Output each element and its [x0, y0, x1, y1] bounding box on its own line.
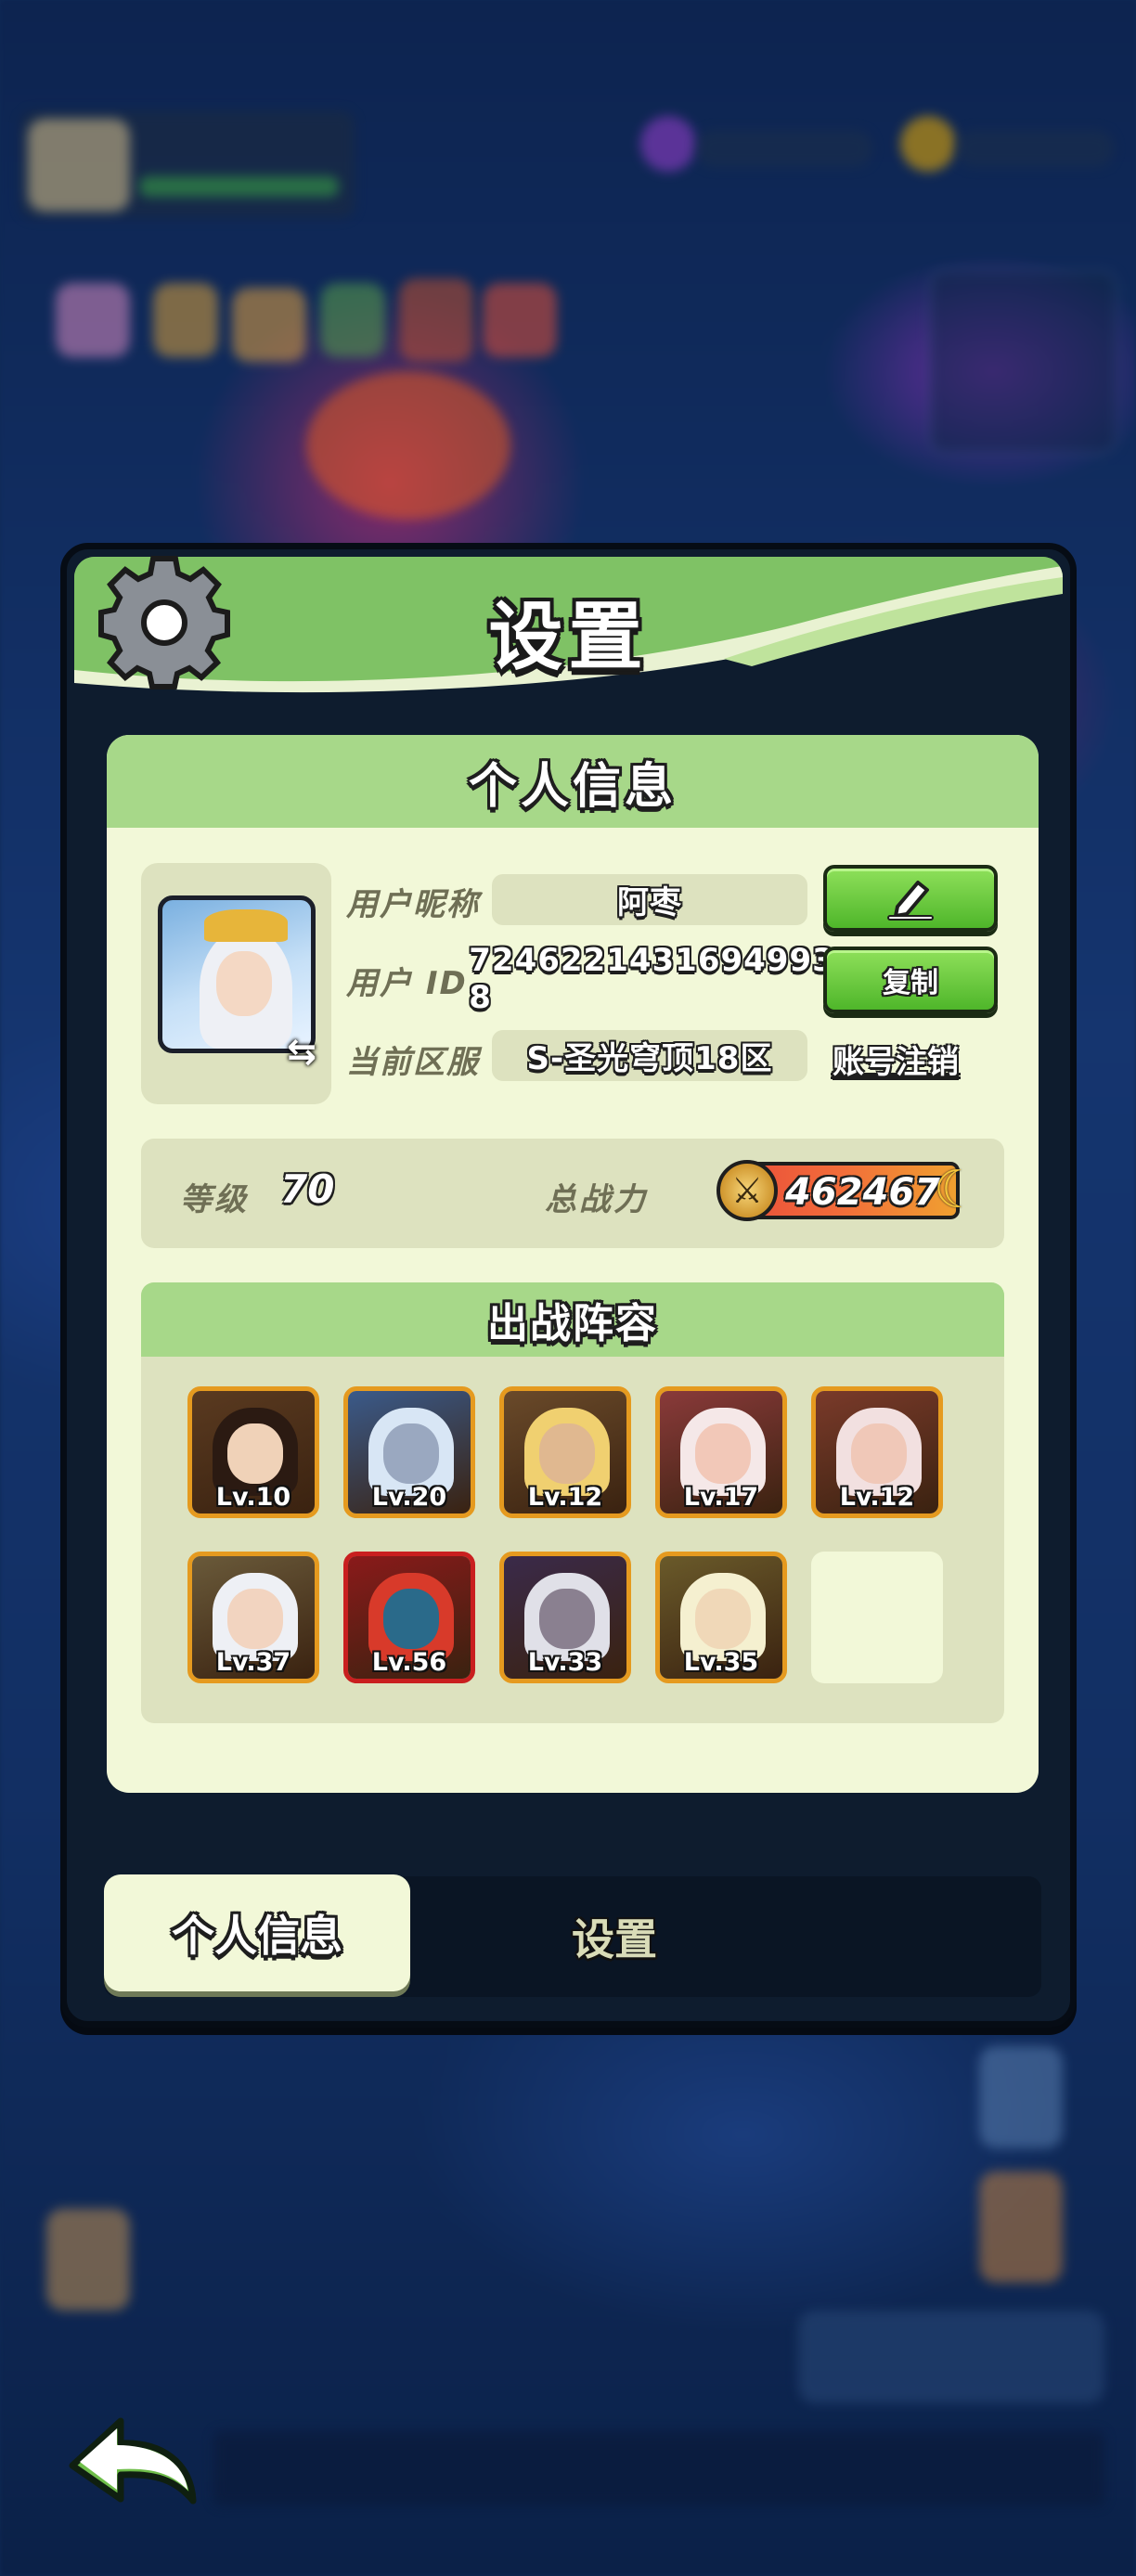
server-field: S-圣光穹顶18区: [492, 1030, 807, 1081]
hero-face: [539, 1589, 595, 1649]
nickname-value: 阿枣: [617, 884, 682, 921]
hero-level: Lv.20: [371, 1483, 447, 1512]
hero-slot-empty[interactable]: [811, 1552, 943, 1683]
hud-avatar-blurred: [28, 119, 130, 212]
section-title: 个人信息: [468, 758, 677, 815]
hero-face: [695, 1423, 751, 1484]
avatar-frame: ⇆: [141, 863, 331, 1104]
gear-icon: [98, 556, 230, 689]
menu-icon-blurred: [399, 278, 473, 362]
profile-card: 个人信息 ⇆ 用户昵称 阿枣 用户 ID 724622143169: [107, 735, 1039, 1793]
account-cancel-link[interactable]: 账号注销: [833, 1037, 959, 1082]
hero-level: Lv.56: [371, 1648, 447, 1677]
power-badge: ⚔ 462467 ☾: [716, 1160, 980, 1221]
copy-button-label: 复制: [883, 967, 938, 999]
hero-slot[interactable]: Lv.12: [499, 1386, 631, 1518]
hero-slot[interactable]: Lv.10: [187, 1386, 319, 1518]
hud-exp-bar-blurred: [139, 176, 339, 197]
edit-pencil-icon: [887, 881, 934, 921]
server-label: 当前区服: [346, 1044, 480, 1081]
hero-slot[interactable]: Lv.12: [811, 1386, 943, 1518]
lineup-title: 出战阵容: [487, 1300, 658, 1347]
hero-slot[interactable]: Lv.20: [343, 1386, 475, 1518]
user-id-value: 7246221431694993​8: [469, 941, 835, 1016]
stats-row: 等级 70 总战力 ⚔ 462467 ☾: [141, 1139, 1004, 1248]
side-icon-blurred: [979, 2046, 1063, 2148]
user-id-field: 7246221431694993​8: [469, 942, 834, 1016]
swap-icon[interactable]: ⇆: [278, 1028, 325, 1075]
hero-slot[interactable]: Lv.33: [499, 1552, 631, 1683]
hero-slot[interactable]: Lv.37: [187, 1552, 319, 1683]
gem-icon: [640, 116, 696, 172]
minimap-blurred: [928, 269, 1118, 455]
side-icon-blurred: [979, 2171, 1063, 2283]
battle-lineup: 出战阵容 Lv.10 Lv.20 Lv.12 Lv.17 Lv.12 Lv.37 Lv.56…: [141, 1282, 1004, 1723]
hero-face: [227, 1423, 283, 1484]
scene-dragon-blurred: [306, 371, 510, 520]
menu-icon-blurred: [153, 283, 218, 357]
scene-character-blurred: [46, 2209, 130, 2311]
avatar-crown: [204, 909, 288, 942]
settings-panel: 设置 个人信息 ⇆ 用户昵称 阿枣 用户 ID 7246221431694993…: [60, 543, 1077, 2028]
copy-id-button[interactable]: 复制: [823, 947, 998, 1013]
hero-level: Lv.12: [527, 1483, 603, 1512]
hero-level: Lv.35: [683, 1648, 759, 1677]
coin-icon: [900, 116, 956, 172]
hero-slot[interactable]: Lv.56: [343, 1552, 475, 1683]
user-id-label: 用户 ID: [346, 965, 468, 1002]
tab-bar: 个人信息 设置: [104, 1874, 1041, 1997]
hero-face: [539, 1423, 595, 1484]
menu-icon-blurred: [56, 283, 130, 357]
edit-nickname-button[interactable]: [823, 865, 998, 932]
crescent-moon-icon: ☾: [933, 1160, 980, 1220]
avatar-face: [216, 951, 272, 1016]
nickname-label: 用户昵称: [346, 886, 480, 923]
hero-level: Lv.37: [215, 1648, 291, 1677]
menu-icon-blurred: [483, 283, 557, 357]
power-swords-icon: ⚔: [716, 1160, 778, 1221]
power-value: 462467: [785, 1171, 940, 1214]
back-arrow-icon: [69, 2417, 196, 2505]
hero-face: [383, 1589, 439, 1649]
hero-face: [851, 1423, 907, 1484]
hero-slot[interactable]: Lv.17: [655, 1386, 787, 1518]
chat-bar-blurred: [213, 2431, 1104, 2505]
tab-profile[interactable]: 个人信息: [104, 1874, 410, 1991]
hud-resource-blurred: [696, 130, 872, 167]
nickname-field: 阿枣: [492, 874, 807, 925]
hero-slot[interactable]: Lv.35: [655, 1552, 787, 1683]
hero-level: Lv.10: [215, 1483, 291, 1512]
hud-resource-blurred: [956, 130, 1114, 167]
hero-level: Lv.17: [683, 1483, 759, 1512]
back-button[interactable]: [56, 2403, 209, 2515]
level-value: 70: [280, 1166, 335, 1212]
power-label: 总战力: [545, 1181, 648, 1218]
lineup-header: 出战阵容: [141, 1282, 1004, 1357]
hero-face: [227, 1589, 283, 1649]
menu-icon-blurred: [232, 288, 306, 362]
hero-face: [695, 1589, 751, 1649]
hero-level: Lv.12: [839, 1483, 915, 1512]
tab-profile-label: 个人信息: [172, 1911, 342, 1961]
server-value: S-圣光穹顶18区: [526, 1040, 773, 1077]
level-label: 等级: [180, 1181, 249, 1218]
tab-settings[interactable]: 设置: [494, 1895, 735, 1978]
hero-face: [383, 1423, 439, 1484]
event-banner-blurred: [798, 2311, 1104, 2403]
section-header: 个人信息: [107, 735, 1039, 828]
hero-level: Lv.33: [527, 1648, 603, 1677]
menu-icon-blurred: [320, 283, 385, 357]
